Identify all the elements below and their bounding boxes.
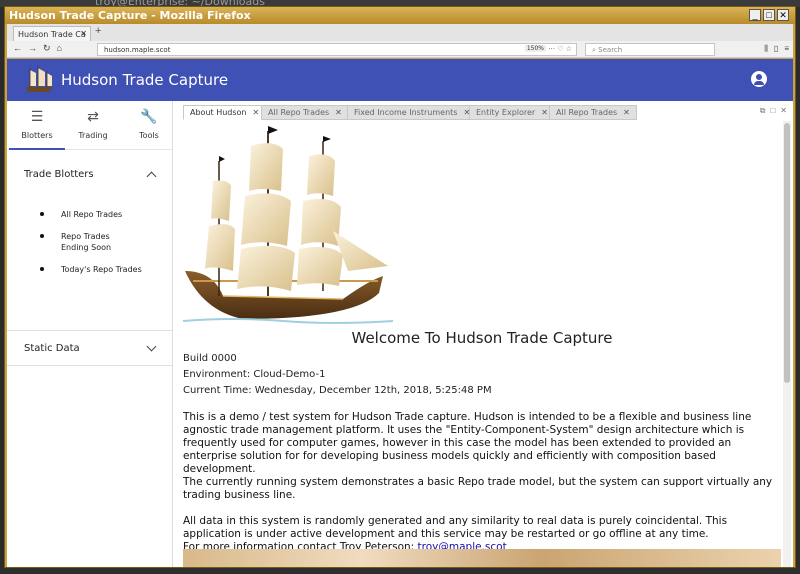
library-icon[interactable]: ⫼ bbox=[764, 44, 768, 54]
sidebar-toggle-icon[interactable]: ▯ bbox=[774, 44, 778, 54]
close-icon[interactable]: ✕ bbox=[623, 108, 630, 117]
desktop-bottom bbox=[0, 568, 800, 574]
search-input[interactable]: ⌕ Search bbox=[585, 43, 715, 56]
browser-navbar: ← → ↻ ⌂ hudson.maple.scot 150% ··· ♡ ☆ ⌕… bbox=[7, 41, 793, 58]
demo-paragraph: The currently running system demonstrate… bbox=[183, 476, 773, 501]
current-time-label: Current Time: Wednesday, December 12th, … bbox=[183, 385, 492, 396]
firefox-window: Hudson Trade Capture - Mozilla Firefox _… bbox=[4, 6, 796, 568]
tab-about-hudson[interactable]: About Hudson ✕ bbox=[183, 105, 267, 120]
blotter-list: All Repo Trades Repo Trades Ending Soon … bbox=[37, 209, 167, 286]
static-data-section: Static Data bbox=[7, 331, 173, 366]
about-content: Welcome To Hudson Trade Capture Build 00… bbox=[183, 121, 781, 567]
swap-icon: ⇄ bbox=[87, 109, 99, 125]
close-icon[interactable]: ✕ bbox=[253, 108, 260, 117]
tab-label: All Repo Trades bbox=[268, 108, 330, 117]
tab-tools[interactable]: 🔧 Tools bbox=[121, 101, 177, 150]
menu-icon[interactable]: ≡ bbox=[784, 44, 789, 54]
build-label: Build 0000 bbox=[183, 353, 237, 364]
chevron-down-icon[interactable] bbox=[146, 341, 157, 352]
close-button[interactable]: ✕ bbox=[777, 9, 789, 21]
environment-label: Environment: Cloud-Demo-1 bbox=[183, 369, 326, 380]
tab-label: About Hudson bbox=[190, 108, 247, 117]
static-data-header[interactable]: Static Data bbox=[24, 343, 80, 354]
sidebar: ☰ Blotters ⇄ Trading 🔧 Tools Trade Blott… bbox=[7, 101, 173, 567]
app-title: Hudson Trade Capture bbox=[61, 71, 229, 89]
blotter-item-repo-ending-soon[interactable]: Repo Trades Ending Soon bbox=[37, 231, 133, 253]
tab-tools-label: Tools bbox=[139, 131, 159, 140]
tab-label: Entity Explorer bbox=[476, 108, 536, 117]
content-scrollbar[interactable] bbox=[783, 121, 791, 567]
tab-all-repo-trades-2[interactable]: All Repo Trades ✕ bbox=[549, 105, 637, 120]
main-panel: About Hudson ✕ All Repo Trades ✕ Fixed Inc… bbox=[177, 101, 793, 567]
tab-label: Fixed Income Instruments bbox=[354, 108, 458, 117]
close-icon[interactable]: ✕ bbox=[335, 108, 342, 117]
tab-entity-explorer[interactable]: Entity Explorer ✕ bbox=[469, 105, 555, 120]
tab-label: All Repo Trades bbox=[556, 108, 618, 117]
tab-trading-label: Trading bbox=[78, 131, 108, 140]
window-title: Hudson Trade Capture - Mozilla Firefox bbox=[9, 9, 251, 22]
app-viewport: Hudson Trade Capture ☰ Blotters ⇄ Tradin… bbox=[7, 59, 793, 567]
maximize-button[interactable]: □ bbox=[763, 9, 775, 21]
sidebar-tabs: ☰ Blotters ⇄ Trading 🔧 Tools bbox=[7, 101, 173, 150]
decorative-banner bbox=[183, 549, 781, 567]
trade-blotters-header[interactable]: Trade Blotters bbox=[24, 169, 94, 180]
popout-icon[interactable]: ⧉ bbox=[760, 106, 766, 116]
home-icon[interactable]: ⌂ bbox=[57, 43, 62, 54]
welcome-heading: Welcome To Hudson Trade Capture bbox=[351, 329, 613, 347]
close-panel-icon[interactable]: ✕ bbox=[780, 106, 787, 116]
tab-close-icon[interactable]: ✕ bbox=[80, 29, 87, 38]
window-titlebar[interactable]: Hudson Trade Capture - Mozilla Firefox _… bbox=[5, 7, 795, 24]
search-placeholder: Search bbox=[598, 46, 623, 54]
document-tabs: About Hudson ✕ All Repo Trades ✕ Fixed Inc… bbox=[177, 105, 793, 120]
account-icon[interactable] bbox=[751, 71, 767, 87]
maximize-panel-icon[interactable]: □ bbox=[770, 106, 775, 116]
intro-paragraph: This is a demo / test system for Hudson … bbox=[183, 411, 752, 475]
ship-image bbox=[183, 126, 393, 324]
ship-logo-icon bbox=[25, 66, 53, 92]
new-tab-button[interactable]: + bbox=[95, 25, 101, 37]
reload-icon[interactable]: ↻ bbox=[43, 43, 51, 54]
disclaimer-paragraph: All data in this system is randomly gene… bbox=[183, 515, 728, 540]
tab-trading[interactable]: ⇄ Trading bbox=[65, 101, 121, 150]
tab-fixed-income-instruments[interactable]: Fixed Income Instruments ✕ bbox=[347, 105, 478, 120]
app-bar: Hudson Trade Capture bbox=[7, 59, 793, 101]
tab-all-repo-trades[interactable]: All Repo Trades ✕ bbox=[261, 105, 349, 120]
url-text: hudson.maple.scot bbox=[104, 46, 171, 54]
wrench-icon: 🔧 bbox=[140, 109, 158, 125]
forward-icon[interactable]: → bbox=[28, 43, 37, 54]
zoom-level[interactable]: 150% bbox=[524, 45, 546, 52]
url-bar[interactable]: hudson.maple.scot 150% ··· ♡ ☆ bbox=[97, 43, 577, 56]
minimize-button[interactable]: _ bbox=[749, 9, 761, 21]
browser-tab[interactable]: Hudson Trade Ca ✕ bbox=[13, 26, 91, 41]
tab-blotters-label: Blotters bbox=[21, 131, 53, 140]
page-actions-icon[interactable]: ··· ♡ ☆ bbox=[548, 45, 572, 53]
chevron-up-icon[interactable] bbox=[146, 171, 157, 182]
back-icon[interactable]: ← bbox=[13, 43, 22, 54]
blotter-item-todays-repo-trades[interactable]: Today's Repo Trades bbox=[37, 264, 167, 275]
list-icon: ☰ bbox=[30, 109, 44, 125]
scrollbar-thumb[interactable] bbox=[784, 123, 790, 383]
blotter-item-all-repo-trades[interactable]: All Repo Trades bbox=[37, 209, 167, 220]
tab-blotters[interactable]: ☰ Blotters bbox=[9, 101, 65, 150]
close-icon[interactable]: ✕ bbox=[541, 108, 548, 117]
browser-tab-strip: Hudson Trade Ca ✕ + bbox=[7, 24, 793, 41]
browser-tab-label: Hudson Trade Ca bbox=[18, 30, 86, 39]
